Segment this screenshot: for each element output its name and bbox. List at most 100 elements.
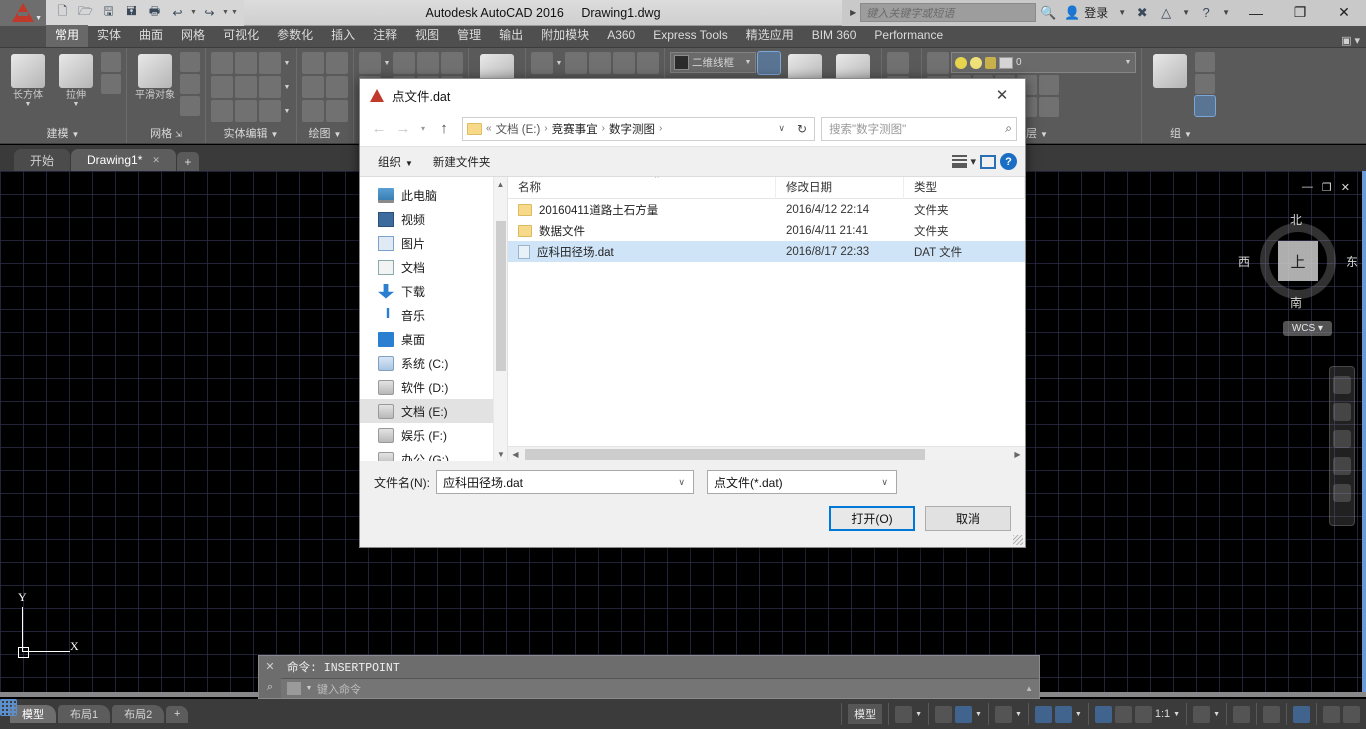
chevron-down-icon[interactable]: ▼: [1213, 711, 1220, 718]
close-icon[interactable]: ✕: [152, 155, 160, 166]
ucs-named-icon[interactable]: [637, 52, 659, 74]
undo-dropdown-icon[interactable]: ▼: [190, 9, 197, 16]
chevron-down-icon[interactable]: ▼: [975, 711, 982, 718]
tree-item-drive-e[interactable]: 文档 (E:): [360, 399, 507, 423]
slice-icon[interactable]: [259, 100, 281, 122]
chevron-down-icon[interactable]: ▼: [555, 60, 563, 67]
preview-pane-icon[interactable]: [980, 154, 996, 169]
column-header-name[interactable]: 名称: [508, 177, 776, 199]
signin-dropdown-icon[interactable]: ▼: [1114, 8, 1130, 17]
model-space-indicator[interactable]: 模型: [841, 703, 888, 725]
revolve-icon[interactable]: [101, 74, 121, 94]
help-icon[interactable]: ?: [1000, 153, 1017, 170]
line-icon[interactable]: [326, 76, 348, 98]
tab-canshuhua[interactable]: 参数化: [268, 25, 322, 47]
tab-a360[interactable]: A360: [598, 25, 644, 47]
viewport-close-button[interactable]: ✕: [1341, 181, 1350, 194]
maximize-button[interactable]: ❐: [1278, 0, 1322, 26]
revcloud-icon[interactable]: [326, 52, 348, 74]
wcs-dropdown-button[interactable]: WCS ▾: [1282, 321, 1332, 336]
tree-item-drive-d[interactable]: 软件 (D:): [360, 375, 507, 399]
group-edit-icon[interactable]: [1195, 74, 1215, 94]
print-icon[interactable]: 🖶: [144, 2, 165, 23]
tree-item-this-pc[interactable]: 此电脑: [360, 183, 507, 207]
layer-properties-icon[interactable]: [927, 52, 949, 74]
layer-match-icon[interactable]: [1039, 97, 1059, 117]
lightbulb-icon[interactable]: [955, 56, 967, 69]
view-mode-button[interactable]: ▾: [952, 155, 976, 168]
fullscreen-icon[interactable]: [1323, 705, 1340, 723]
chevron-down-icon[interactable]: ▼: [915, 711, 922, 718]
imprint-icon[interactable]: [259, 76, 281, 98]
undo-icon[interactable]: ↩: [167, 2, 188, 23]
polyline-icon[interactable]: [302, 52, 324, 74]
panel-label-solid-editing[interactable]: 实体编辑 ▼: [209, 126, 293, 143]
redo-dropdown-icon[interactable]: ▼: [222, 9, 229, 16]
grid-display-icon[interactable]: [0, 699, 17, 716]
annotation-visibility-icon[interactable]: [1094, 705, 1112, 723]
command-prompt-icon[interactable]: [287, 682, 301, 695]
select-similar-icon[interactable]: [887, 52, 909, 74]
chevron-down-icon[interactable]: ▼: [383, 60, 391, 67]
chevron-down-icon[interactable]: ▼: [1075, 711, 1082, 718]
new-icon[interactable]: 🗋: [52, 2, 73, 23]
compass-west-label[interactable]: 西: [1238, 253, 1250, 270]
hardware-acceleration-icon[interactable]: [1263, 705, 1280, 723]
back-icon[interactable]: ←: [368, 117, 390, 141]
tab-shiti[interactable]: 实体: [88, 25, 130, 47]
table-row[interactable]: 数据文件 2016/4/11 21:41 文件夹: [508, 220, 1025, 241]
tree-item-music[interactable]: 音乐: [360, 303, 507, 327]
tab-shitu[interactable]: 视图: [406, 25, 448, 47]
dialog-resize-grip[interactable]: [1013, 535, 1023, 545]
tab-changyong[interactable]: 常用: [46, 25, 89, 47]
layer-dropdown[interactable]: 0 ▼: [951, 52, 1136, 73]
visual-style-dropdown[interactable]: 二维线框 ▼: [670, 52, 756, 73]
minimize-button[interactable]: —: [1234, 0, 1278, 26]
extrude-face-icon[interactable]: [235, 52, 257, 74]
signin-label[interactable]: 登录: [1084, 4, 1114, 21]
tab-fujiamokuai[interactable]: 附加模块: [532, 25, 598, 47]
scroll-up-icon[interactable]: ▲: [494, 177, 507, 191]
new-document-tab-button[interactable]: +: [176, 152, 199, 171]
group-button[interactable]: [1147, 52, 1193, 88]
panel-label-modeling[interactable]: 建模 ▼: [3, 126, 123, 143]
tab-performance[interactable]: Performance: [865, 25, 952, 47]
panel-label-draw[interactable]: 绘图 ▼: [300, 126, 350, 143]
hscroll-track[interactable]: [523, 448, 1010, 461]
dialog-close-button[interactable]: ✕: [985, 80, 1019, 110]
chevron-down-icon[interactable]: ▼: [72, 101, 80, 108]
chevron-down-icon[interactable]: ▼: [24, 101, 32, 108]
chevron-down-icon[interactable]: ▼: [283, 108, 291, 115]
sidebar-scrollbar[interactable]: ▲ ▼: [493, 177, 507, 461]
smooth-more-icon[interactable]: [180, 52, 200, 72]
open-button[interactable]: 打开(O): [829, 506, 915, 531]
close-button[interactable]: ✕: [1322, 0, 1366, 26]
tab-bim360[interactable]: BIM 360: [803, 25, 866, 47]
extrude-tool-button[interactable]: 拉伸 ▼: [53, 52, 99, 108]
tab-guanli[interactable]: 管理: [448, 25, 490, 47]
sun-icon[interactable]: [970, 56, 982, 69]
trim-icon[interactable]: [393, 52, 415, 74]
chevron-up-icon[interactable]: ▲: [1025, 684, 1033, 693]
tree-item-pictures[interactable]: 图片: [360, 231, 507, 255]
clean-screen-icon[interactable]: [1293, 705, 1310, 723]
column-header-type[interactable]: 类型: [904, 177, 1025, 199]
save-icon[interactable]: 🖫: [98, 2, 119, 23]
3dalign-icon[interactable]: [417, 52, 439, 74]
help-icon[interactable]: ?: [1194, 0, 1218, 26]
breadcrumb-item-drive[interactable]: 文档 (E:): [496, 121, 541, 137]
union-icon[interactable]: [211, 52, 233, 74]
command-input[interactable]: ▼ 键入命令 ▲: [281, 679, 1039, 698]
intersect-icon[interactable]: [211, 76, 233, 98]
tree-item-drive-g[interactable]: 办公 (G:): [360, 447, 507, 461]
binoculars-icon[interactable]: 🔍: [1036, 0, 1060, 26]
annotation-autoscale-icon[interactable]: [1114, 705, 1132, 723]
tab-shuchu[interactable]: 输出: [490, 25, 532, 47]
tab-wangge[interactable]: 网格: [172, 25, 214, 47]
breadcrumb-overflow-icon[interactable]: «: [483, 123, 495, 134]
separate-icon[interactable]: [235, 100, 257, 122]
zoom-extents-icon[interactable]: [1333, 430, 1351, 448]
layout-tab-layout2[interactable]: 布局2: [112, 705, 165, 723]
tree-item-documents[interactable]: 文档: [360, 255, 507, 279]
compass-south-label[interactable]: 南: [1290, 294, 1302, 311]
